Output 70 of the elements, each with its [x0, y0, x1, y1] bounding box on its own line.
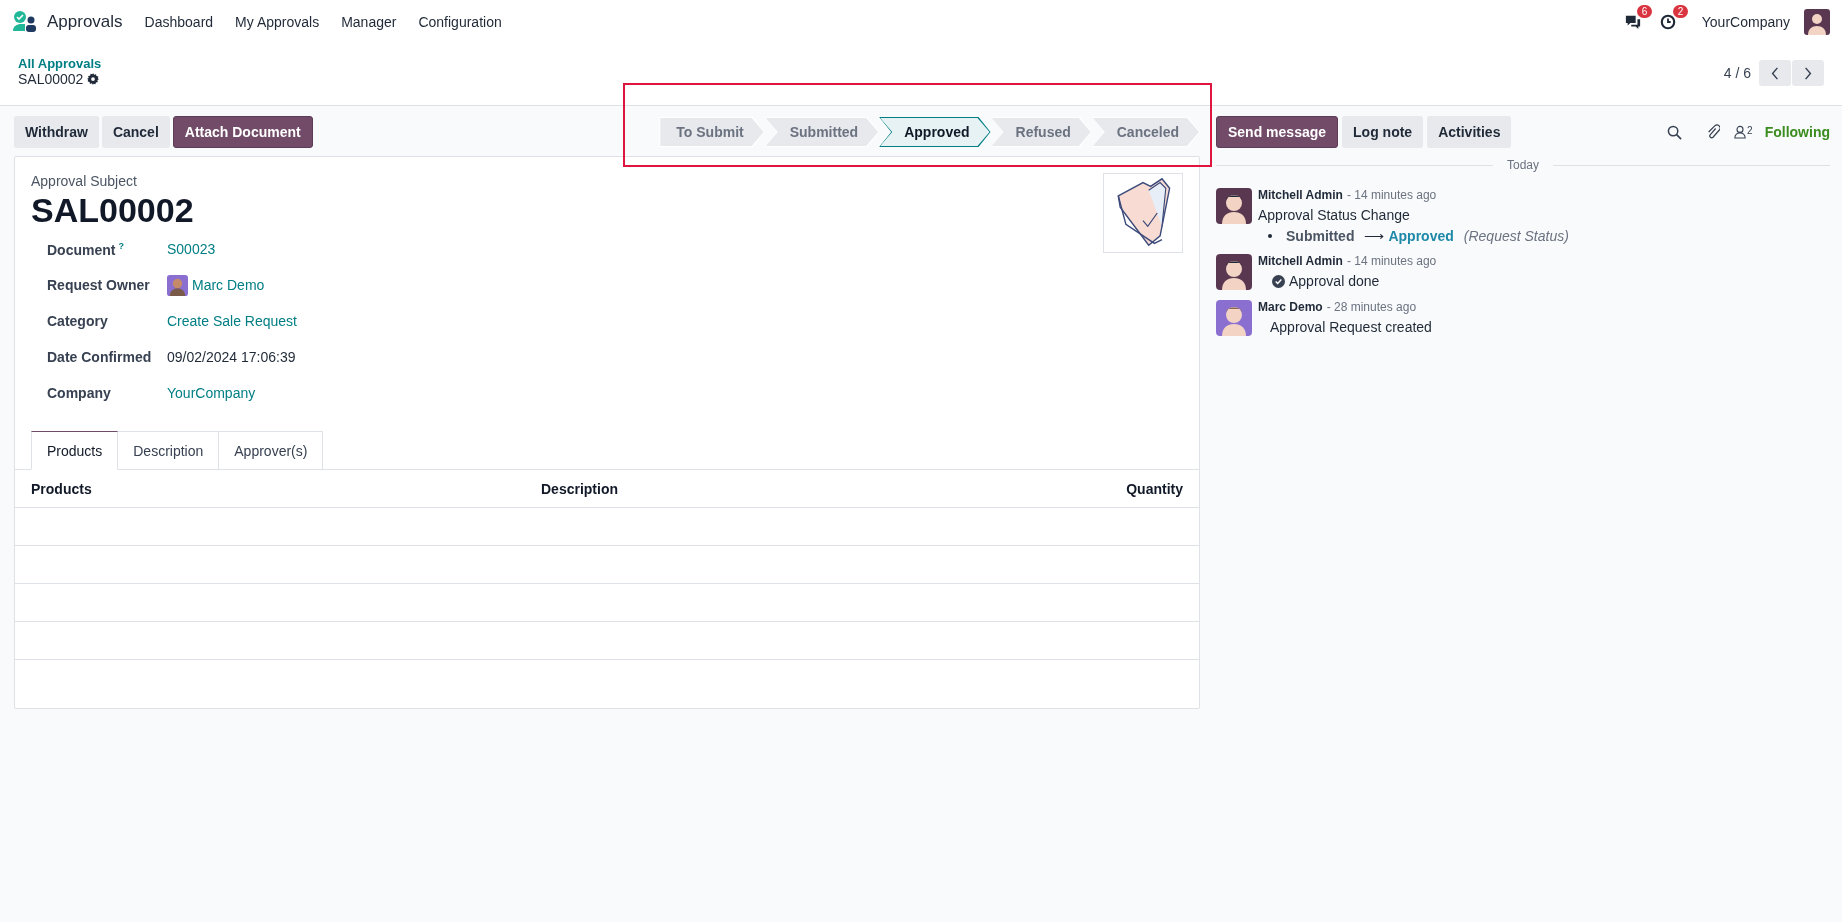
field-value: 09/02/2024 17:06:39 [167, 349, 296, 365]
action-button[interactable]: Withdraw [14, 116, 99, 148]
following-button[interactable]: Following [1756, 124, 1830, 140]
menu-item[interactable]: Dashboard [144, 14, 214, 30]
chatter-button[interactable]: Activities [1427, 116, 1512, 148]
chevron-right-icon [1804, 66, 1812, 80]
tracked-field: (Request Status) [1463, 228, 1569, 244]
message-body: Approval Status Change [1258, 207, 1411, 223]
settings-icon[interactable] [87, 73, 100, 85]
paperclip-icon[interactable] [1706, 124, 1721, 140]
chevron-left-icon [1771, 66, 1779, 80]
column-header: Description [541, 480, 619, 497]
breadcrumb-link[interactable]: All Approvals [18, 56, 102, 71]
notebook-tab[interactable]: Description [118, 431, 220, 470]
unread-count: 6 [1636, 5, 1653, 18]
column-header: Quantity [1126, 480, 1183, 497]
record-title: SAL00002 [31, 191, 194, 230]
action-button[interactable]: Cancel [101, 116, 170, 148]
message-time: - 28 minutes ago [1326, 300, 1417, 314]
field-label: Approval Subject [31, 173, 138, 189]
record-name: SAL00002 [18, 71, 84, 87]
message-body: Approval done [1289, 273, 1380, 289]
new-value: Approved [1388, 228, 1454, 244]
author-avatar-icon [1216, 300, 1252, 336]
message-author[interactable]: Marc Demo [1258, 300, 1323, 314]
next-button[interactable] [1792, 60, 1824, 86]
status-stage[interactable]: To Submit [659, 117, 765, 147]
activity-count: 2 [1672, 5, 1689, 18]
status-stage[interactable]: Canceled [1091, 117, 1200, 147]
author-avatar-icon [1216, 254, 1252, 290]
app-name[interactable]: Approvals [47, 12, 123, 32]
message-time: - 14 minutes ago [1346, 188, 1437, 202]
field-link[interactable]: YourCompany [167, 385, 256, 401]
action-button[interactable]: Attach Document [172, 116, 313, 148]
field-label: Category [47, 313, 109, 329]
status-stage[interactable]: Refused [990, 117, 1092, 147]
company-switcher[interactable]: YourCompany [1701, 14, 1790, 30]
followers-button[interactable]: 2 [1734, 125, 1753, 139]
message-time: - 14 minutes ago [1346, 254, 1437, 268]
menu-item[interactable]: Configuration [418, 14, 502, 30]
notebook-tab[interactable]: Products [31, 431, 119, 470]
menu-item[interactable]: Manager [341, 14, 397, 30]
status-stage[interactable]: Approved [879, 117, 991, 147]
field-link[interactable]: Create Sale Request [167, 313, 297, 329]
old-value: Submitted [1286, 228, 1355, 244]
author-avatar-icon [1216, 188, 1252, 224]
field-label: Date Confirmed [47, 349, 153, 365]
previous-button[interactable] [1759, 60, 1791, 86]
field-label: Request Owner [47, 277, 151, 293]
user-avatar-icon [167, 274, 188, 296]
status-stage[interactable]: Submitted [764, 117, 880, 147]
message-body: Approval Request created [1269, 319, 1432, 335]
notebook-tab[interactable]: Approver(s) [219, 431, 324, 470]
field-label: Company [47, 385, 112, 401]
check-circle-icon [1272, 274, 1285, 288]
date-separator: Today [1507, 158, 1539, 172]
user-link[interactable]: Marc Demo [192, 277, 265, 293]
chatter-button[interactable]: Send message [1216, 116, 1339, 148]
column-header: Products [31, 480, 93, 497]
message-author[interactable]: Mitchell Admin [1258, 254, 1343, 268]
menu-item[interactable]: My Approvals [235, 14, 320, 30]
field-label: Document $^{?}$ [47, 240, 125, 258]
message-author[interactable]: Mitchell Admin [1258, 188, 1343, 202]
arrow-glyph: ⟶ [1364, 228, 1385, 244]
field-link[interactable]: S00023 [167, 241, 216, 257]
search-icon[interactable] [1667, 124, 1683, 140]
chatter-button[interactable]: Log note [1342, 116, 1424, 148]
pager-value: 4 / 6 [1723, 65, 1751, 81]
user-avatar-icon[interactable] [1804, 9, 1830, 35]
approvals-logo-icon[interactable] [12, 11, 38, 33]
